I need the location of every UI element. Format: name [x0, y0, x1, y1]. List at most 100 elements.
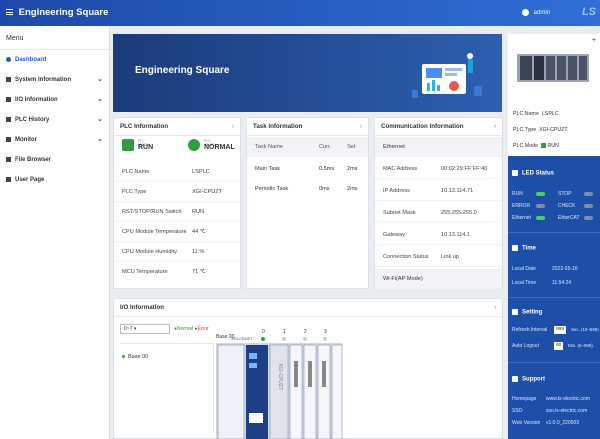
led-label: ERROR [512, 203, 531, 209]
auto-logout-unit: Min. (5~999) [568, 343, 593, 348]
led-label: CHECK [558, 203, 576, 209]
task-information-header[interactable]: Task Information › [247, 118, 368, 136]
home-icon [6, 56, 11, 62]
slot-status-dot [261, 337, 265, 341]
plc-info-row: PLC Type XGI-CPUZT [114, 182, 240, 202]
led-label: EtherCAT [558, 215, 580, 221]
auto-logout-label: Auto Logout [512, 343, 539, 349]
right-status-panel: + PLC Name LSPLC PLC Type XGI-CPUZT PLC … [508, 34, 600, 439]
comm-info-row: IP Address 10.13.114.71 [375, 181, 502, 201]
slot-range-select[interactable]: 0~7 ▾ [120, 324, 170, 334]
slot-number: 0 [262, 329, 265, 335]
sso-label: SSO [512, 408, 523, 414]
time-title: Time [512, 245, 536, 252]
io-information-header[interactable]: I/O Information › [114, 299, 502, 317]
comm-info-row: Subnet Mask 255.255.255.0 [375, 203, 502, 223]
homepage-link[interactable]: www.ls-electric.com [546, 396, 590, 402]
refresh-interval-unit: Sec. (10~999) [571, 327, 599, 332]
local-time-value: 11:54:24 [552, 280, 572, 286]
plc-info-row: PLC Name LSPLC [114, 162, 240, 182]
folder-icon [6, 156, 11, 162]
led-label: STOP [558, 191, 572, 197]
comm-info-row: Connection Status Link up [375, 247, 502, 267]
plc-hardware-icon [517, 54, 589, 82]
web-version-label: Web Version [512, 420, 541, 426]
communication-information-card: Communication Information › Ethernet MAC … [374, 117, 503, 289]
sidebar-item-system-information[interactable]: System Information ⌄ [0, 70, 109, 90]
slot-status-dot [282, 337, 286, 341]
history-icon [6, 116, 11, 122]
settings-icon [512, 309, 518, 315]
run-status-icon [122, 139, 134, 151]
slot-status-dot [323, 337, 327, 341]
sidebar-item-io-information[interactable]: I/O Information ⌄ [0, 90, 109, 110]
sso-link[interactable]: sso.ls-electric.com [546, 408, 587, 414]
plc-info-row: CPU Module Temperature 44 ℃ [114, 222, 240, 242]
analytics-illustration-icon [412, 53, 482, 98]
auto-logout-input[interactable]: 60 [554, 342, 564, 350]
led-ethernet-indicator [536, 216, 545, 220]
status-legend: ●Normal ●Error [174, 326, 209, 332]
sidebar-item-user-page[interactable]: User Page [0, 170, 109, 190]
led-stop-indicator [584, 192, 593, 196]
status-dot-icon [122, 355, 125, 359]
user-menu[interactable]: admin [522, 9, 550, 16]
slot-status-dot [303, 337, 307, 341]
led-check-indicator [584, 204, 593, 208]
task-information-card: Task Information › Task Name Curr. Set Main… [246, 117, 369, 289]
hero-banner: Engineering Square [113, 34, 502, 112]
sidebar-item-file-browser[interactable]: File Browser [0, 150, 109, 170]
plc-info-row: MCU Temperature 71 ℃ [122, 269, 207, 275]
local-date-label: Local Date [512, 266, 536, 272]
hero-title: Engineering Square [135, 65, 230, 76]
chevron-down-icon: ⌄ [97, 76, 103, 83]
io-information-card: I/O Information › 0~7 ▾ ●Normal ●Error Ba… [113, 298, 503, 439]
tree-item-base-00[interactable]: Base 00 [122, 354, 148, 360]
plc-summary: PLC Name LSPLC PLC Type XGI-CPUZT PLC Mo… [508, 104, 600, 156]
plus-icon[interactable]: + [592, 37, 596, 44]
chevron-down-icon: ⌄ [97, 136, 103, 143]
wifi-section-header: Wi-Fi(AP Mode) [375, 269, 502, 289]
homepage-label: Homepage [512, 396, 537, 402]
plc-product-image: + [508, 34, 600, 104]
plc-information-header[interactable]: PLC Information › [114, 118, 240, 136]
led-label: RUN [512, 191, 523, 197]
task-table-header: Task Name Curr. Set [247, 137, 368, 157]
sidebar: Menu Dashboard System Information ⌄ I/O … [0, 26, 110, 439]
ethernet-section-header: Ethernet [375, 137, 502, 157]
table-row: Main Task 0.5ms 2ms [255, 166, 358, 172]
led-icon [512, 170, 518, 176]
cpu-label: XGI-CPUZT [231, 336, 253, 341]
sidebar-item-monitor[interactable]: Monitor ⌄ [0, 130, 109, 150]
chevron-down-icon: ⌄ [97, 116, 103, 123]
chevron-right-icon: › [493, 304, 496, 311]
menu-header: Menu [0, 26, 109, 50]
slot-number: 3 [324, 329, 327, 335]
plc-info-row: CPU Module Humidity 11 % [114, 242, 240, 262]
refresh-interval-label: Refresh Interval [512, 327, 548, 333]
communication-information-header[interactable]: Communication Information › [375, 118, 502, 136]
local-date-value: 2022-05-16 [552, 266, 578, 272]
run-status-icon [540, 143, 546, 149]
chevron-right-icon: › [493, 123, 496, 130]
led-ethercat-indicator [584, 216, 593, 220]
plc-name-row: PLC Name LSPLC [513, 111, 559, 117]
support-title: Support [512, 376, 545, 383]
table-row: Periodic Task 0ms 2ms [255, 186, 358, 192]
app-title-area: Engineering Square [6, 7, 108, 18]
chevron-down-icon: ⌄ [97, 96, 103, 103]
sidebar-item-dashboard[interactable]: Dashboard [0, 50, 109, 70]
hamburger-menu-icon[interactable] [6, 8, 13, 17]
plc-rack-illustration: XGI-CPUZT [216, 343, 343, 439]
plc-info-row: RST/STOP/RUN Switch RUN [114, 202, 240, 222]
io-icon [6, 96, 11, 102]
slot-number: 1 [283, 329, 286, 335]
local-time-label: Local Time [512, 280, 537, 286]
refresh-interval-input[interactable]: 999 [554, 326, 567, 334]
user-avatar-icon [522, 9, 529, 16]
led-error-indicator [536, 204, 545, 208]
sidebar-item-plc-history[interactable]: PLC History ⌄ [0, 110, 109, 130]
plc-type-row: PLC Type XGI-CPUZT [513, 127, 568, 133]
slot-number: 2 [304, 329, 307, 335]
cpu-module-label: XGI-CPUZT [277, 363, 283, 391]
